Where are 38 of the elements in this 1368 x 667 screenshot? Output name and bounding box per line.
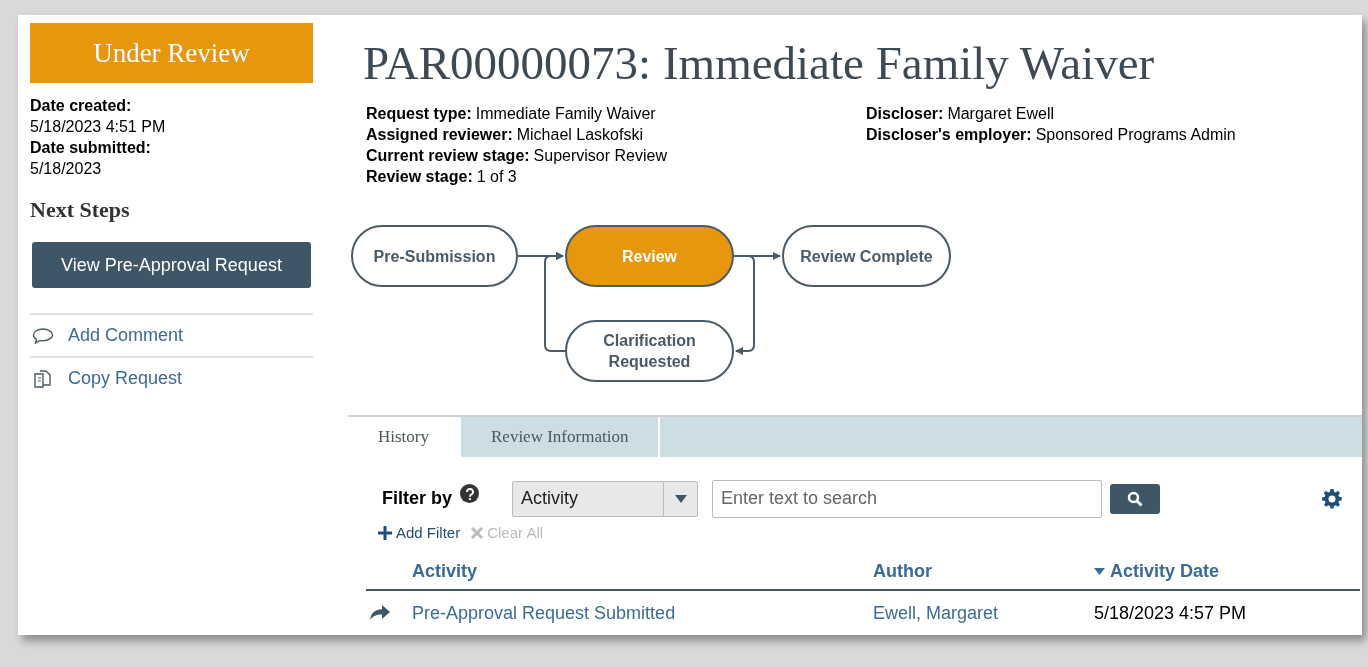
detail-label: Discloser:: [866, 104, 944, 124]
detail-label: Discloser's employer:: [866, 125, 1032, 145]
column-header[interactable]: Activity: [412, 558, 478, 585]
action-link[interactable]: Add Comment: [68, 322, 184, 349]
status-banner: Under Review: [30, 23, 313, 83]
view-request-button[interactable]: View Pre-Approval Request: [32, 242, 311, 288]
add-filter-link[interactable]: Add Filter: [377, 521, 461, 544]
workflow-node: Pre-Submission: [351, 225, 518, 287]
section-heading: Next Steps: [30, 196, 130, 224]
action-link[interactable]: Copy Request: [68, 365, 183, 392]
workflow-node: Review: [565, 225, 734, 287]
filter-label: Filter by: [382, 487, 452, 510]
date-value: 5/18/2023: [30, 159, 102, 179]
detail-value: Supervisor Review: [533, 146, 667, 166]
detail-value: Margaret Ewell: [947, 104, 1055, 124]
detail-value: 1 of 3: [476, 167, 517, 187]
page-title: PAR00000073: Immediate Family Waiver: [363, 36, 1155, 91]
detail-label: Request type:: [366, 104, 472, 124]
activity-link[interactable]: Pre-Approval Request Submitted: [412, 602, 676, 623]
workflow-node: Clarification Requested: [565, 320, 734, 382]
tab[interactable]: History: [348, 416, 461, 457]
detail-value: Immediate Family Waiver: [475, 104, 656, 124]
detail-label: Current review stage:: [366, 146, 530, 166]
clear-all-link: Clear All: [470, 521, 544, 544]
detail-value: Michael Laskofski: [516, 125, 643, 145]
column-header[interactable]: Author: [873, 558, 932, 585]
column-header[interactable]: Activity Date: [1094, 558, 1220, 585]
filter-dropdown[interactable]: Activity: [512, 480, 698, 517]
date-label: Date created:: [30, 96, 132, 116]
workflow-node: Review Complete: [782, 225, 951, 287]
detail-label: Review stage:: [366, 167, 473, 187]
date-label: Date submitted:: [30, 138, 151, 158]
table-cell: 5/18/2023 4:57 PM: [1094, 602, 1247, 623]
author-link[interactable]: Ewell, Margaret: [873, 602, 999, 623]
detail-label: Assigned reviewer:: [366, 125, 513, 145]
search-field[interactable]: Enter text to search: [712, 479, 1102, 518]
detail-value: Sponsored Programs Admin: [1035, 125, 1236, 145]
date-value: 5/18/2023 4:51 PM: [30, 117, 166, 137]
